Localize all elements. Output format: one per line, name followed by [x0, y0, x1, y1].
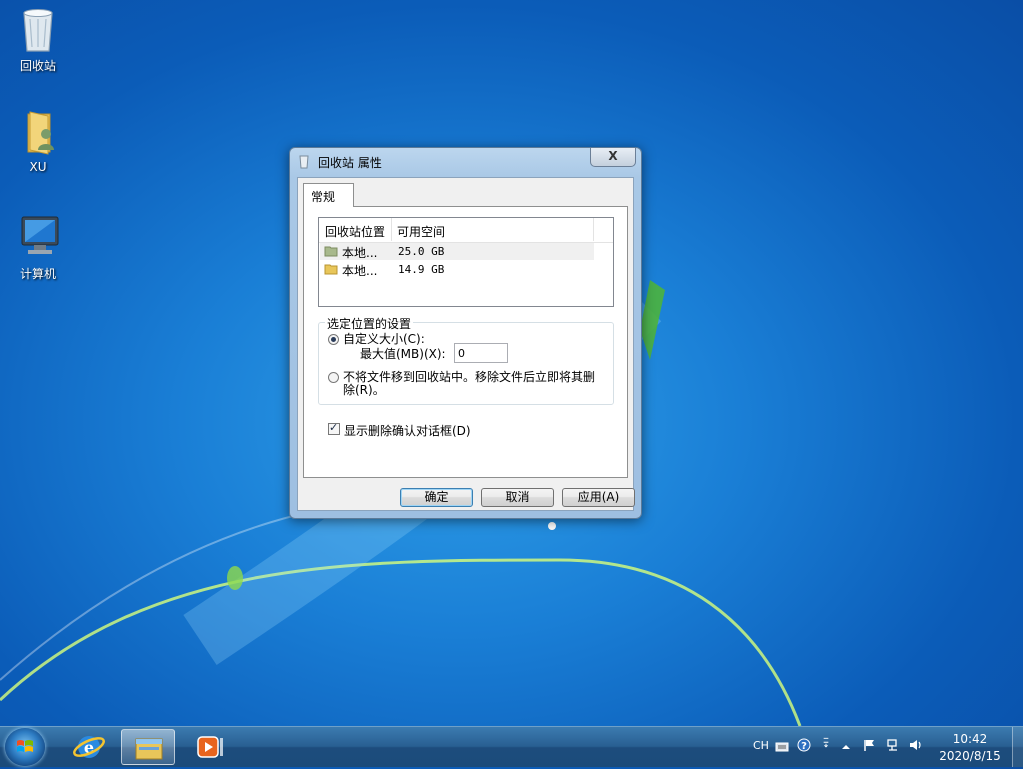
- desktop-icon-label: XU: [29, 160, 47, 174]
- help-icon[interactable]: ?: [797, 738, 811, 752]
- show-desktop-button[interactable]: [1012, 727, 1023, 767]
- no-move-label-line1: 不将文件移到回收站中。移除文件后立即将其删: [343, 370, 596, 384]
- desktop-icon-user-folder[interactable]: XU: [3, 108, 73, 174]
- tab-panel-general: 回收站位置 可用空间 本地... 25.0 GB 本地... 14.9 GB 选…: [303, 206, 628, 478]
- desktop-icon-recycle-bin[interactable]: 回收站: [3, 5, 73, 74]
- system-clock[interactable]: 10:42 2020/8/15: [930, 731, 1010, 765]
- recycle-bin-icon: [299, 155, 309, 169]
- list-item[interactable]: 本地... 25.0 GB: [320, 243, 594, 260]
- windows-logo-icon: [17, 740, 33, 752]
- taskbar-media-player-button[interactable]: [182, 729, 236, 765]
- ok-button[interactable]: 确定: [400, 488, 473, 507]
- no-move-radio[interactable]: [328, 372, 339, 383]
- apply-button[interactable]: 应用(A): [562, 488, 635, 507]
- taskbar: e CH ? 10:42 2020/8/15: [0, 726, 1023, 767]
- ime-options-icon[interactable]: [819, 736, 833, 750]
- keyboard-icon[interactable]: [775, 740, 789, 754]
- location-list[interactable]: 回收站位置 可用空间 本地... 25.0 GB 本地... 14.9 GB: [318, 217, 614, 307]
- tab-general[interactable]: 常规: [303, 183, 354, 207]
- location-name: 本地...: [342, 246, 378, 260]
- network-icon[interactable]: [886, 738, 900, 752]
- language-indicator[interactable]: CH: [753, 739, 769, 752]
- svg-text:?: ?: [801, 741, 807, 752]
- custom-size-radio[interactable]: [328, 334, 339, 345]
- cancel-button[interactable]: 取消: [481, 488, 554, 507]
- drive-folder-icon: [324, 264, 338, 275]
- dialog-titlebar[interactable]: 回收站 属性 X: [290, 148, 641, 175]
- column-header-location[interactable]: 回收站位置: [325, 223, 385, 240]
- volume-icon[interactable]: [909, 738, 923, 752]
- free-space-value: 14.9 GB: [398, 263, 445, 276]
- group-title: 选定位置的设置: [325, 315, 414, 332]
- column-header-free-space[interactable]: 可用空间: [397, 223, 445, 240]
- list-header: 回收站位置 可用空间: [319, 218, 613, 243]
- no-move-label[interactable]: 不将文件移到回收站中。移除文件后立即将其删 除(R)。: [343, 371, 595, 397]
- show-hidden-icons-icon[interactable]: [839, 740, 853, 754]
- desktop-icon-label: 计算机: [19, 267, 56, 281]
- list-item[interactable]: 本地... 14.9 GB: [320, 261, 594, 278]
- user-folder-icon: [16, 108, 60, 156]
- location-name: 本地...: [342, 264, 378, 278]
- confirm-delete-label[interactable]: 显示删除确认对话框(D): [344, 422, 471, 439]
- free-space-value: 25.0 GB: [398, 245, 445, 258]
- clock-time: 10:42: [952, 732, 988, 746]
- taskbar-ie-button[interactable]: e: [62, 729, 116, 765]
- close-button[interactable]: X: [590, 148, 636, 167]
- taskbar-explorer-button[interactable]: [121, 729, 175, 765]
- recycle-bin-properties-dialog: 回收站 属性 X 常规 回收站位置 可用空间 本地... 25.0 GB 本地.…: [289, 147, 642, 519]
- no-move-label-line2: 除(R)。: [343, 383, 385, 397]
- max-size-input[interactable]: [454, 343, 508, 363]
- file-explorer-icon: [135, 738, 163, 760]
- clock-date: 2020/8/15: [939, 749, 1001, 763]
- column-separator[interactable]: [391, 218, 392, 241]
- dialog-title: 回收站 属性: [318, 156, 382, 170]
- computer-icon: [16, 213, 60, 261]
- desktop-icon-label: 回收站: [19, 59, 56, 73]
- internet-explorer-icon: e: [73, 736, 105, 758]
- close-icon: X: [608, 149, 618, 163]
- media-player-icon: [197, 736, 223, 758]
- drive-folder-icon: [324, 246, 338, 257]
- recycle-bin-icon: [16, 5, 60, 53]
- action-center-flag-icon[interactable]: [862, 738, 876, 752]
- column-separator[interactable]: [593, 218, 594, 241]
- dialog-client-area: 常规 回收站位置 可用空间 本地... 25.0 GB 本地... 14.9 G…: [297, 177, 635, 511]
- selected-location-settings-group: 选定位置的设置 自定义大小(C): 最大值(MB)(X): 不将文件移到回收站中…: [318, 315, 614, 405]
- max-size-label: 最大值(MB)(X):: [360, 347, 446, 361]
- confirm-delete-checkbox[interactable]: [328, 421, 340, 435]
- start-button[interactable]: [5, 728, 45, 766]
- custom-size-label[interactable]: 自定义大小(C):: [343, 333, 425, 346]
- desktop-icon-computer[interactable]: 计算机: [3, 213, 73, 282]
